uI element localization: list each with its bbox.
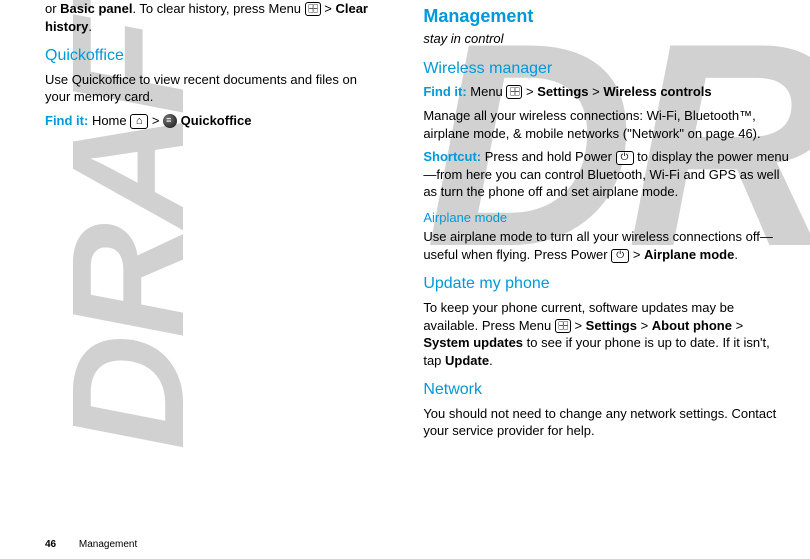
quickoffice-app-icon — [163, 114, 177, 128]
quickoffice-heading: Quickoffice — [45, 45, 378, 67]
management-heading: Management — [423, 4, 790, 28]
home-key-icon — [130, 114, 148, 129]
menu-key-icon — [506, 85, 522, 99]
page-footer: 46 Management — [45, 538, 137, 552]
right-column: Management stay in control Wireless mana… — [423, 0, 790, 446]
airplane-mode-heading: Airplane mode — [423, 209, 790, 227]
power-key-icon — [611, 249, 629, 263]
findit-label: Find it: — [423, 84, 466, 99]
left-column: or Basic panel. To clear history, press … — [45, 0, 378, 446]
wireless-shortcut: Shortcut: Press and hold Power to displa… — [423, 148, 790, 201]
page-number: 46 — [45, 539, 56, 550]
update-phone-heading: Update my phone — [423, 273, 790, 295]
findit-label: Find it: — [45, 113, 88, 128]
shortcut-label: Shortcut: — [423, 149, 481, 164]
wireless-manager-heading: Wireless manager — [423, 58, 790, 80]
menu-key-icon — [305, 2, 321, 16]
network-desc: You should not need to change any networ… — [423, 405, 790, 440]
power-key-icon — [616, 151, 634, 165]
wireless-desc: Manage all your wireless connections: Wi… — [423, 107, 790, 142]
basic-panel-text: or Basic panel. To clear history, press … — [45, 0, 378, 35]
update-desc: To keep your phone current, software upd… — [423, 299, 790, 369]
wireless-findit: Find it: Menu > Settings > Wireless cont… — [423, 83, 790, 101]
quickoffice-desc: Use Quickoffice to view recent documents… — [45, 71, 378, 106]
management-tagline: stay in control — [423, 30, 790, 48]
network-heading: Network — [423, 379, 790, 401]
page-columns: or Basic panel. To clear history, press … — [0, 0, 810, 446]
quickoffice-findit: Find it: Home > Quickoffice — [45, 112, 378, 130]
menu-key-icon — [555, 319, 571, 333]
footer-section: Management — [79, 539, 137, 550]
airplane-desc: Use airplane mode to turn all your wirel… — [423, 228, 790, 263]
